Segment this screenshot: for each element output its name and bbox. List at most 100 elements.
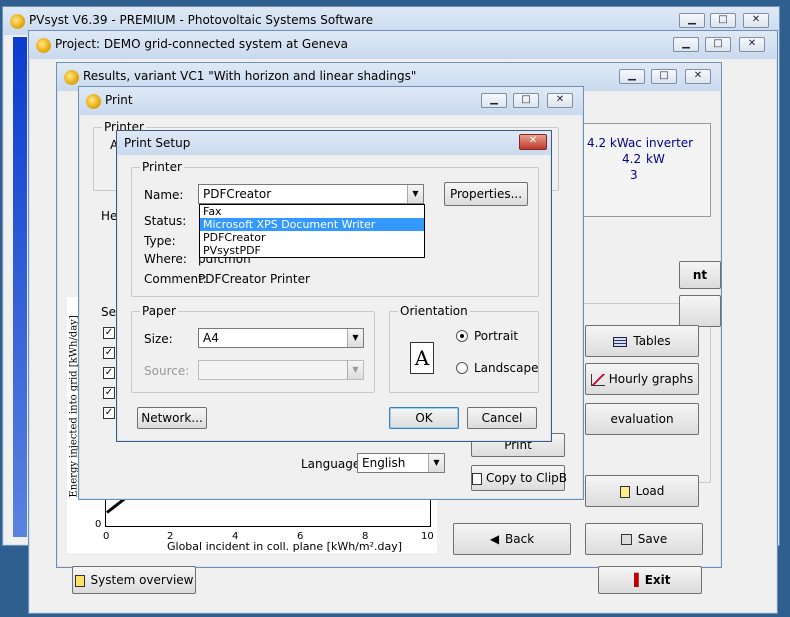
header-fragment: He bbox=[101, 209, 118, 223]
main-left-strip bbox=[13, 37, 27, 537]
load-icon bbox=[619, 485, 630, 498]
landscape-label: Landscape bbox=[474, 361, 539, 375]
main-window-title: PVsyst V6.39 - PREMIUM - Photovoltaic Sy… bbox=[29, 13, 374, 27]
chevron-down-icon: ▼ bbox=[347, 361, 363, 379]
dropdown-option-pdfcreator[interactable]: PDFCreator bbox=[200, 231, 424, 244]
exit-icon: ▐ bbox=[629, 573, 639, 587]
copy-to-clipboard-label: Copy to ClipB bbox=[486, 471, 568, 485]
graph-icon bbox=[590, 373, 605, 386]
chart-y-tick: 0 bbox=[95, 519, 102, 530]
power-value: 4.2 bbox=[622, 152, 642, 166]
results-window-title: Results, variant VC1 "With horizon and l… bbox=[83, 69, 417, 83]
clipboard-icon bbox=[472, 472, 482, 485]
inverter-label: 4.2 kWac inverter bbox=[587, 136, 694, 150]
print-window-title: Print bbox=[105, 93, 133, 107]
table-icon bbox=[613, 336, 628, 347]
cancel-button[interactable]: Cancel bbox=[467, 407, 537, 429]
orientation-group-label: Orientation bbox=[398, 304, 470, 318]
setup-printer-group-label: Printer bbox=[140, 160, 184, 174]
chart-x-tick: 0 bbox=[103, 531, 110, 542]
nt-fragment-button[interactable]: nt bbox=[679, 261, 721, 289]
print-titlebar: Print ▁ □ ✕ bbox=[79, 87, 583, 115]
option-checkbox[interactable]: ✓ bbox=[103, 327, 115, 339]
option-checkbox[interactable]: ✓ bbox=[103, 347, 115, 359]
exit-button[interactable]: ▐ Exit bbox=[598, 566, 702, 594]
count-value: 3 bbox=[630, 168, 638, 182]
ok-button[interactable]: OK bbox=[389, 407, 459, 429]
source-label: Source: bbox=[144, 364, 190, 378]
paper-group-label: Paper bbox=[140, 304, 178, 318]
type-label: Type: bbox=[144, 234, 176, 248]
minimize-icon[interactable]: ▁ bbox=[673, 37, 699, 52]
chart-x-tick: 10 bbox=[421, 531, 434, 542]
properties-button[interactable]: Properties... bbox=[444, 182, 528, 206]
paper-size-select[interactable]: A4 ▼ bbox=[198, 328, 364, 348]
chart-xlabel: Global incident in coll. plane [kWh/m².d… bbox=[167, 540, 403, 553]
language-value: English bbox=[362, 456, 406, 470]
close-icon[interactable]: ✕ bbox=[519, 134, 547, 150]
printer-name-select[interactable]: PDFCreator ▼ bbox=[198, 184, 424, 204]
close-icon[interactable]: ✕ bbox=[547, 93, 573, 108]
landscape-radio[interactable] bbox=[456, 362, 468, 374]
pvsyst-app-icon bbox=[86, 94, 101, 109]
paper-size-value: A4 bbox=[203, 331, 219, 345]
hourly-graphs-label: Hourly graphs bbox=[608, 372, 694, 386]
maximize-icon[interactable]: □ bbox=[513, 93, 539, 108]
page-orientation-icon: A bbox=[410, 342, 434, 374]
close-icon[interactable]: ✕ bbox=[743, 13, 769, 28]
name-label: Name: bbox=[144, 188, 184, 202]
side-small-button[interactable] bbox=[679, 295, 721, 327]
network-button[interactable]: Network... bbox=[137, 407, 207, 429]
system-icon bbox=[74, 574, 85, 587]
print-setup-dialog: Print Setup ✕ Printer Name: PDFCreator ▼… bbox=[116, 130, 552, 442]
maximize-icon[interactable]: □ bbox=[705, 37, 731, 52]
power-unit: kW bbox=[646, 152, 665, 166]
tables-button[interactable]: Tables bbox=[585, 325, 699, 357]
printer-name-value: PDFCreator bbox=[203, 187, 272, 201]
load-button[interactable]: Load bbox=[585, 475, 699, 507]
orientation-group: Orientation A Portrait Landscape bbox=[389, 304, 539, 393]
chevron-down-icon[interactable]: ▼ bbox=[347, 329, 363, 347]
pvsyst-app-icon bbox=[36, 38, 51, 53]
system-overview-button[interactable]: System overview bbox=[72, 566, 196, 594]
close-icon[interactable]: ✕ bbox=[685, 69, 711, 84]
save-label: Save bbox=[637, 532, 668, 546]
tables-label: Tables bbox=[633, 334, 671, 348]
paper-source-select: ▼ bbox=[198, 360, 364, 380]
close-icon[interactable]: ✕ bbox=[739, 37, 765, 52]
dropdown-option-pvsystpdf[interactable]: PVsystPDF bbox=[200, 244, 424, 257]
paper-group: Paper Size: A4 ▼ Source: ▼ bbox=[131, 304, 375, 393]
maximize-icon[interactable]: □ bbox=[710, 13, 736, 28]
project-titlebar: Project: DEMO grid-connected system at G… bbox=[29, 31, 777, 59]
load-label: Load bbox=[635, 484, 665, 498]
save-icon bbox=[620, 534, 632, 545]
minimize-icon[interactable]: ▁ bbox=[619, 69, 645, 84]
minimize-icon[interactable]: ▁ bbox=[679, 13, 705, 28]
evaluation-button[interactable]: evaluation bbox=[585, 403, 699, 435]
portrait-radio[interactable] bbox=[456, 330, 468, 342]
system-overview-label: System overview bbox=[90, 573, 194, 587]
copy-to-clipboard-button[interactable]: Copy to ClipB bbox=[471, 465, 568, 491]
dropdown-option-fax[interactable]: Fax bbox=[200, 205, 424, 218]
where-label: Where: bbox=[144, 252, 187, 266]
hourly-graphs-button[interactable]: Hourly graphs bbox=[585, 363, 699, 395]
comment-value: PDFCreator Printer bbox=[198, 272, 310, 286]
print-setup-titlebar: Print Setup ✕ bbox=[117, 131, 551, 155]
maximize-icon[interactable]: □ bbox=[651, 69, 677, 84]
option-checkbox[interactable]: ✓ bbox=[103, 407, 115, 419]
pvsyst-app-icon bbox=[64, 70, 79, 85]
language-select[interactable]: English ▼ bbox=[357, 453, 445, 473]
status-label: Status: bbox=[144, 214, 187, 228]
language-label: Language bbox=[301, 457, 361, 471]
option-checkbox[interactable]: ✓ bbox=[103, 367, 115, 379]
pvsyst-app-icon bbox=[10, 14, 25, 29]
chevron-down-icon[interactable]: ▼ bbox=[407, 185, 423, 203]
exit-label: Exit bbox=[644, 573, 671, 587]
back-button[interactable]: ◀ Back bbox=[453, 523, 571, 555]
dropdown-option-xps[interactable]: Microsoft XPS Document Writer bbox=[200, 218, 424, 231]
option-checkbox[interactable]: ✓ bbox=[103, 387, 115, 399]
minimize-icon[interactable]: ▁ bbox=[481, 93, 507, 108]
save-button[interactable]: Save bbox=[585, 523, 703, 555]
size-label: Size: bbox=[144, 332, 173, 346]
chevron-down-icon[interactable]: ▼ bbox=[428, 454, 444, 472]
